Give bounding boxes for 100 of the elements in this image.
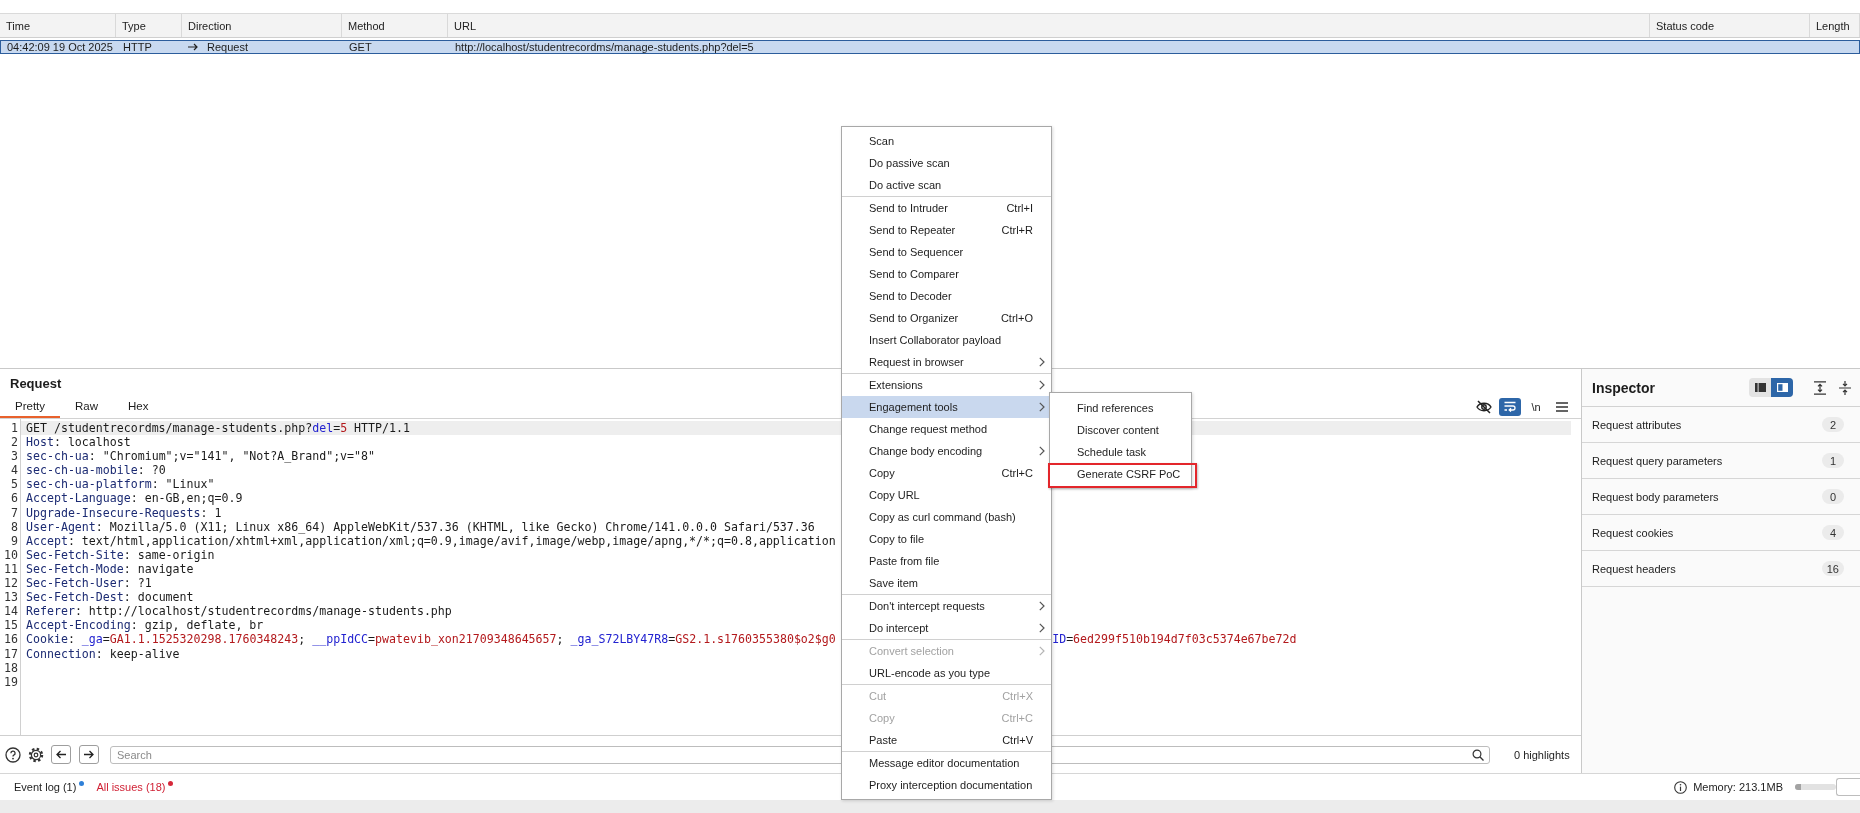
code-line: Sec-Fetch-User: ?1 — [25, 576, 152, 591]
line-number: 14 — [3, 604, 19, 619]
menu-item[interactable]: Copy to file — [842, 528, 1051, 550]
collapse-all-icon[interactable] — [1838, 380, 1852, 395]
status-link[interactable]: All issues (18) — [96, 781, 166, 793]
column-header[interactable]: URL — [448, 14, 1650, 37]
table-cell: HTTP — [123, 41, 152, 53]
layout-toggle-button[interactable] — [1771, 378, 1793, 397]
shortcut-label: Ctrl+X — [1002, 690, 1033, 702]
count-badge: 16 — [1821, 561, 1844, 576]
shortcut-label: Ctrl+R — [1001, 224, 1033, 236]
status-link[interactable]: Event log (1) — [14, 781, 77, 793]
menu-item[interactable]: Copy Ctrl+C — [842, 462, 1051, 484]
eye-slash-icon — [1476, 399, 1492, 414]
menu-item[interactable]: Find references — [1050, 397, 1191, 419]
menu-item[interactable]: Send to Sequencer — [842, 241, 1051, 263]
column-header[interactable]: Type — [116, 14, 182, 37]
menu-item[interactable]: Engagement tools — [842, 396, 1051, 418]
expand-all-icon[interactable] — [1813, 380, 1827, 395]
shortcut-label: Ctrl+I — [1006, 202, 1033, 214]
column-header[interactable]: Status code — [1650, 14, 1810, 37]
line-number: 18 — [3, 660, 19, 675]
menu-item[interactable]: Send to Comparer — [842, 263, 1051, 285]
menu-item[interactable]: URL-encode as you type — [842, 662, 1051, 684]
table-cell: 04:42:09 19 Oct 2025 — [7, 41, 113, 53]
tab[interactable]: Raw — [60, 395, 114, 418]
inspector-section-label[interactable]: Request attributes — [1592, 418, 1682, 431]
menu-item[interactable]: Do active scan — [842, 174, 1051, 196]
code-line: Referer: http://localhost/studentrecordms/manage-students.php — [25, 604, 452, 619]
menu-item[interactable]: Scan — [842, 130, 1051, 152]
line-number: 12 — [3, 576, 19, 591]
table-cell: Request — [207, 41, 248, 53]
column-header[interactable]: Length — [1810, 14, 1860, 37]
arrow-right-icon — [84, 750, 94, 759]
column-header[interactable]: Time — [0, 14, 116, 37]
settings-icon[interactable] — [28, 746, 44, 763]
wrap-lines-icon — [1504, 401, 1516, 412]
table-cell: http://localhost/studentrecordms/manage-students.php?del=5 — [455, 41, 754, 53]
menu-item[interactable]: Proxy interception documentation — [842, 774, 1051, 796]
inspector-section-label[interactable]: Request body parameters — [1592, 490, 1719, 503]
menu-item[interactable]: Do intercept — [842, 617, 1051, 639]
highlight-count: 0 highlights — [1514, 748, 1570, 761]
menu-item[interactable]: Save item — [842, 572, 1051, 594]
menu-item[interactable]: Do passive scan — [842, 152, 1051, 174]
code-line: Upgrade-Insecure-Requests: 1 — [25, 505, 222, 520]
line-number: 15 — [3, 618, 19, 633]
code-line: sec-ch-ua: "Chromium";v="141", "Not?A_Brand";v="8" — [25, 449, 375, 464]
count-badge: 1 — [1822, 453, 1844, 468]
inspector-section-label[interactable]: Request query parameters — [1592, 454, 1723, 467]
menu-item[interactable]: Send to Repeater Ctrl+R — [842, 219, 1051, 241]
menu-item[interactable]: Change body encoding — [842, 440, 1051, 462]
column-header[interactable]: Method — [342, 14, 448, 37]
code-line: Sec-Fetch-Mode: navigate — [25, 561, 194, 577]
menu-item[interactable]: Send to Organizer Ctrl+O — [842, 307, 1051, 329]
back-button[interactable] — [51, 745, 71, 764]
code-line: Sec-Fetch-Site: same-origin — [25, 547, 215, 562]
line-number: 7 — [10, 505, 19, 520]
menu-item[interactable]: Extensions — [842, 374, 1051, 396]
info-icon[interactable] — [1674, 780, 1688, 794]
shortcut-label: Ctrl+V — [1002, 734, 1033, 746]
menu-item[interactable]: Copy URL — [842, 484, 1051, 506]
code-line: Accept: text/html,application/xhtml+xml,application/xml;q=0.9,image/avif,image/webp,image/apng,*/*;q=0.8,application — [25, 533, 836, 548]
line-number: 4 — [10, 463, 19, 478]
count-badge: 0 — [1822, 489, 1844, 504]
menu-item[interactable]: Schedule task — [1050, 441, 1191, 463]
menu-item[interactable]: Copy as curl command (bash) — [842, 506, 1051, 528]
menu-item[interactable]: Paste from file — [842, 550, 1051, 572]
tab[interactable]: Hex — [113, 395, 164, 418]
menu-item[interactable]: Insert Collaborator payload — [842, 329, 1051, 351]
table-row[interactable]: 04:42:09 19 Oct 2025 HTTP Request GET http://localhost/studentrecordms/manage-students.php?del=5 — [0, 40, 1860, 54]
code-line: Cookie: _ga=GA1.1.1525320298.1760348243; __ppIdCC=pwatevib_xon21709348645657; _ga_S72LBY47R8=GS2.1.s1760355380$o2$g0 — [25, 632, 836, 647]
inspector-section-label[interactable]: Request cookies — [1592, 526, 1674, 539]
menu-item[interactable]: Send to Decoder — [842, 285, 1051, 307]
menu-icon — [1556, 401, 1568, 412]
tab[interactable]: Pretty — [0, 395, 61, 418]
table-cell: GET — [349, 41, 372, 53]
column-header[interactable]: Direction — [182, 14, 342, 37]
help-icon[interactable] — [5, 746, 21, 763]
shortcut-label: Ctrl+C — [1001, 712, 1033, 724]
line-number: 17 — [3, 646, 19, 661]
line-number: 6 — [10, 491, 19, 506]
code-line: ID=6ed299f510b194d7f03c5374e67be72d — [1052, 632, 1297, 647]
code-line: Accept-Language: en-GB,en;q=0.9 — [25, 491, 243, 506]
code-line: Connection: keep-alive — [25, 646, 180, 661]
search-icon[interactable] — [1472, 748, 1484, 761]
line-number: 2 — [10, 435, 19, 450]
menu-item[interactable]: Send to Intruder Ctrl+I — [842, 197, 1051, 219]
line-number: 16 — [3, 632, 19, 647]
code-line: sec-ch-ua-platform: "Linux" — [25, 477, 215, 492]
menu-item[interactable]: Generate CSRF PoC — [1050, 463, 1191, 485]
shortcut-label: Ctrl+O — [1000, 312, 1033, 324]
line-number: 13 — [3, 590, 19, 605]
menu-item[interactable]: Don't intercept requests — [842, 595, 1051, 617]
count-badge: 2 — [1822, 417, 1844, 432]
memory-label: Memory: 213.1MB — [1693, 781, 1783, 793]
menu-item[interactable]: Request in browser — [842, 351, 1051, 373]
inspector-section-label[interactable]: Request headers — [1592, 562, 1676, 575]
forward-button[interactable] — [79, 745, 99, 764]
newline-toggle-button[interactable]: \n — [1525, 397, 1547, 416]
wrap-toggle-button[interactable] — [1499, 397, 1521, 416]
